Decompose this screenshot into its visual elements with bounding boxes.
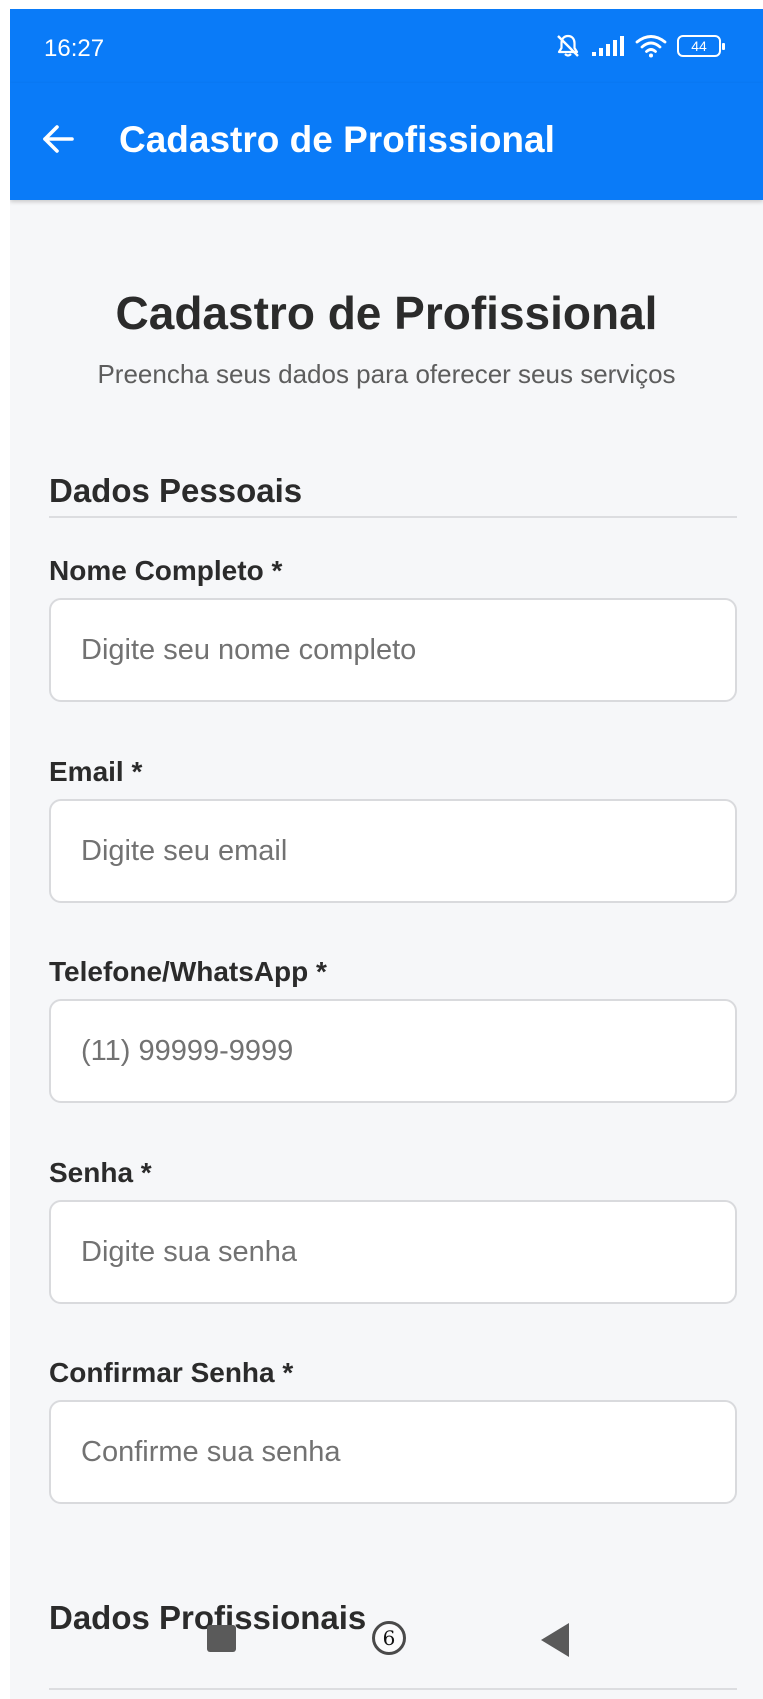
- status-bar: 16:27 44: [10, 9, 763, 83]
- app-bar-title: Cadastro de Profissional: [119, 119, 555, 160]
- name-input[interactable]: [49, 598, 737, 702]
- section-title-personal: Dados Pessoais: [49, 472, 303, 509]
- email-label: Email *: [49, 756, 143, 787]
- status-icons: 44: [555, 33, 725, 59]
- battery-icon: 44: [677, 35, 725, 57]
- section-divider: [49, 1688, 737, 1690]
- screen: 16:27 44 Cadastro de Profissional Cadast…: [0, 0, 763, 1699]
- password-label: Senha *: [49, 1157, 152, 1188]
- password-input[interactable]: [49, 1200, 737, 1304]
- phone-label: Telefone/WhatsApp *: [49, 956, 327, 987]
- name-label: Nome Completo *: [49, 555, 283, 586]
- phone-screen: 16:27 44 Cadastro de Profissional Cadast…: [10, 9, 763, 1699]
- recents-icon[interactable]: 6: [372, 1621, 406, 1655]
- page-subtitle: Preencha seus dados para oferecer seus s…: [97, 359, 676, 389]
- phone-input[interactable]: [49, 999, 737, 1103]
- confirm-password-input[interactable]: [49, 1400, 737, 1504]
- home-button-icon[interactable]: [207, 1625, 236, 1652]
- email-input[interactable]: [49, 799, 737, 903]
- app-bar: Cadastro de Profissional: [10, 83, 763, 200]
- arrow-left-icon: [40, 121, 76, 162]
- page-title: Cadastro de Profissional: [115, 287, 658, 339]
- confirm-password-label: Confirmar Senha *: [49, 1357, 294, 1388]
- wifi-icon: [635, 34, 667, 58]
- back-triangle-icon[interactable]: [541, 1623, 569, 1657]
- signal-icon: [591, 35, 625, 57]
- section-divider: [49, 516, 737, 518]
- recents-badge: 6: [382, 1626, 396, 1650]
- battery-level: 44: [691, 38, 707, 54]
- status-time: 16:27: [44, 35, 105, 62]
- bell-off-icon: [555, 33, 581, 59]
- back-button[interactable]: [34, 117, 82, 165]
